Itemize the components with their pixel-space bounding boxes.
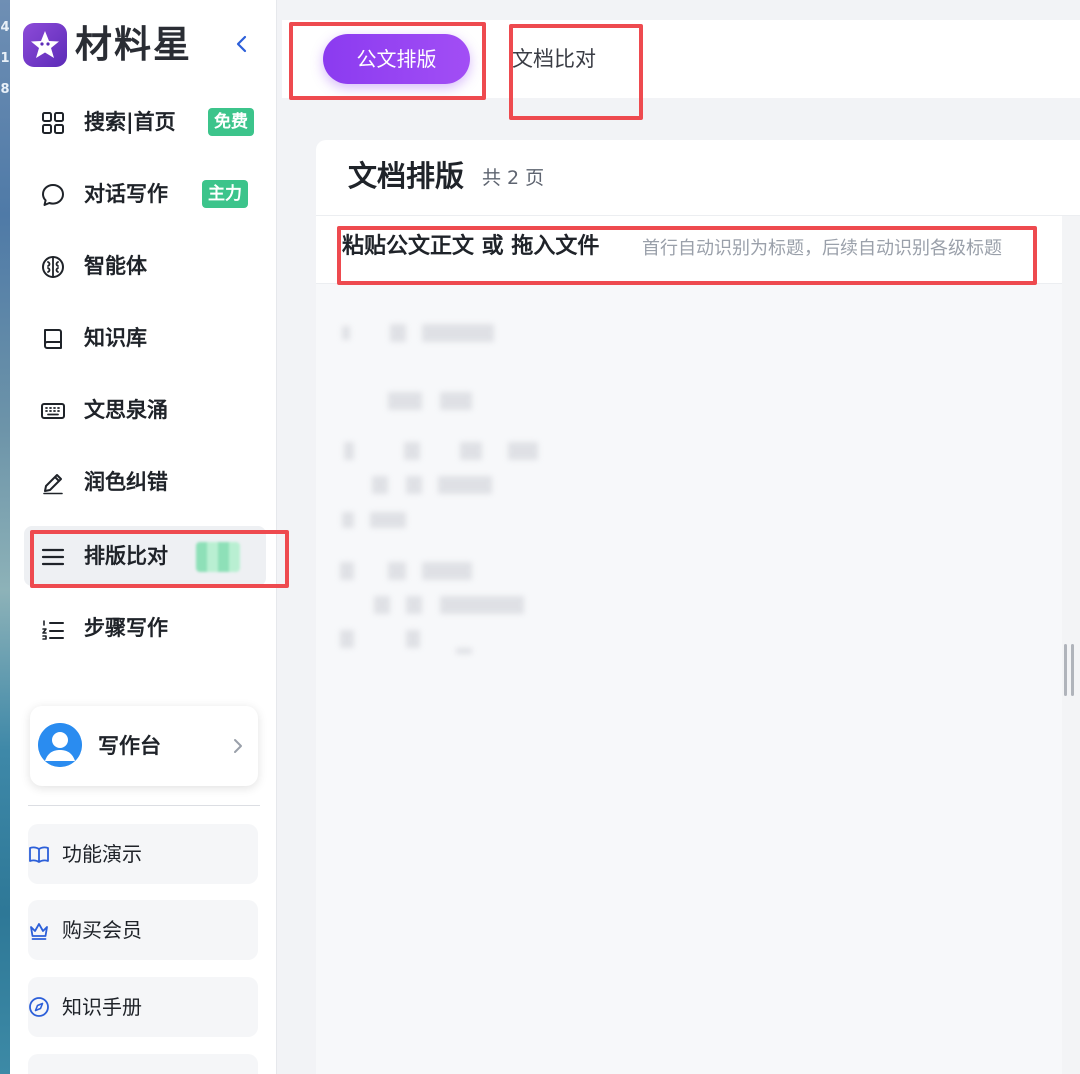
writing-desk-label: 写作台 — [98, 734, 161, 758]
blurred-text — [390, 324, 406, 342]
free-badge: 免费 — [208, 108, 254, 136]
compass-icon — [29, 997, 49, 1017]
sidebar-item-search-home[interactable]: 搜索|首页 免费 — [28, 92, 266, 152]
blurred-text — [374, 596, 390, 614]
blurred-text — [342, 326, 350, 340]
blurred-text — [460, 442, 482, 460]
menu-lines-icon — [41, 548, 65, 566]
crown-icon — [30, 923, 48, 940]
sidebar-item-label: 功能演示 — [62, 842, 142, 866]
sidebar-item-label: 文思泉涌 — [84, 398, 168, 422]
sidebar-item-typeset-compare[interactable]: 排版比对 — [24, 526, 266, 586]
sidebar-item-label: 知识库 — [84, 326, 147, 350]
sidebar-item-label: 知识手册 — [62, 995, 142, 1019]
blurred-text — [422, 562, 472, 580]
sidebar-item-label: 搜索|首页 — [84, 110, 176, 134]
blurred-text — [344, 442, 354, 460]
user-avatar-icon — [38, 723, 82, 767]
sidebar-item-label: 润色纠错 — [84, 470, 168, 494]
chevron-left-icon — [236, 35, 247, 53]
sidebar-item-inspiration[interactable]: 文思泉涌 — [28, 380, 266, 440]
blurred-text — [388, 562, 406, 580]
blurred-text — [438, 476, 492, 494]
blurred-text — [456, 648, 472, 654]
paste-prompt: 粘贴公文正文 或 拖入文件 — [342, 234, 600, 259]
blurred-text — [370, 512, 406, 528]
blurred-text — [372, 476, 388, 494]
sidebar-item-label: 对话写作 — [84, 182, 168, 206]
tab-official-doc-typeset[interactable]: 公文排版 — [323, 34, 470, 84]
pencil-icon — [43, 474, 63, 495]
sidebar-item-label: 购买会员 — [62, 918, 142, 942]
blurred-text — [406, 630, 420, 648]
blurred-text — [440, 596, 524, 614]
sidebar-item-step-writing[interactable]: 步骤写作 — [28, 598, 266, 658]
sidebar-item-partial[interactable] — [28, 1054, 258, 1074]
blurred-text — [340, 630, 354, 648]
page-title: 文档排版 — [348, 159, 465, 193]
desktop-digit: 4 — [0, 20, 10, 35]
app-logo[interactable]: 材料星 — [23, 20, 203, 70]
collapse-sidebar-button[interactable] — [232, 32, 252, 56]
desktop-digit: 1 — [0, 51, 10, 66]
sidebar-item-feature-demo[interactable]: 功能演示 — [28, 824, 258, 884]
tab-document-compare[interactable]: 文档比对 — [512, 34, 596, 84]
desktop-edge-digits: 4 1 8 — [0, 12, 10, 105]
desktop-background-strip: 4 1 8 — [0, 0, 10, 1074]
open-book-icon — [29, 846, 49, 863]
card-header: 文档排版 共 2 页 — [316, 140, 1080, 216]
sidebar-item-label: 步骤写作 — [84, 616, 168, 640]
sidebar-divider — [28, 805, 260, 806]
sidebar-item-agents[interactable]: 智能体 — [28, 236, 266, 296]
keyboard-icon — [41, 403, 65, 419]
avatar — [38, 723, 82, 767]
blurred-text — [406, 596, 422, 614]
book-icon — [44, 329, 62, 349]
brain-icon — [42, 256, 64, 278]
chevron-right-icon — [234, 739, 242, 753]
blurred-text — [440, 392, 472, 410]
desktop-digit: 8 — [0, 82, 10, 97]
blurred-text — [508, 442, 538, 460]
numbered-list-icon — [42, 620, 64, 640]
main-badge: 主力 — [202, 180, 248, 208]
sidebar-item-buy-membership[interactable]: 购买会员 — [28, 900, 258, 960]
sidebar-item-label: 排版比对 — [84, 544, 168, 568]
sidebar-item-knowledge-base[interactable]: 知识库 — [28, 308, 266, 368]
page-count: 共 2 页 — [482, 167, 545, 189]
writing-desk-card[interactable]: 写作台 — [30, 706, 258, 786]
blurred-text — [388, 392, 422, 410]
blurred-badge — [196, 542, 240, 572]
logo-text: 材料星 — [75, 23, 192, 66]
blurred-text — [404, 442, 420, 460]
chat-bubble-icon — [42, 184, 64, 206]
blurred-text — [340, 562, 354, 580]
document-editor[interactable]: 粘贴公文正文 或 拖入文件 首行自动识别为标题，后续自动识别各级标题 — [316, 216, 1064, 1074]
paste-hint: 首行自动识别为标题，后续自动识别各级标题 — [642, 238, 1002, 259]
sidebar-item-label: 智能体 — [84, 254, 147, 278]
blurred-text — [342, 512, 354, 528]
resize-grip-icon[interactable] — [1062, 644, 1078, 696]
blurred-text — [406, 476, 422, 494]
logo-star-icon — [23, 23, 67, 67]
mode-tab-bar: 公文排版 文档比对 — [282, 20, 1080, 98]
editor-header: 粘贴公文正文 或 拖入文件 首行自动识别为标题，后续自动识别各级标题 — [316, 216, 1064, 284]
grid-icon — [42, 112, 64, 134]
sidebar: 材料星 搜索|首页 免费 对话写作 主力 智能体 知识库 文思泉涌 润色纠错 排… — [10, 0, 277, 1074]
sidebar-item-chat-writing[interactable]: 对话写作 主力 — [28, 164, 266, 224]
sidebar-item-knowledge-handbook[interactable]: 知识手册 — [28, 977, 258, 1037]
document-typeset-card: 文档排版 共 2 页 粘贴公文正文 或 拖入文件 首行自动识别为标题，后续自动识… — [316, 140, 1080, 1074]
blurred-text — [422, 324, 494, 342]
sidebar-item-polish-correct[interactable]: 润色纠错 — [28, 452, 266, 512]
